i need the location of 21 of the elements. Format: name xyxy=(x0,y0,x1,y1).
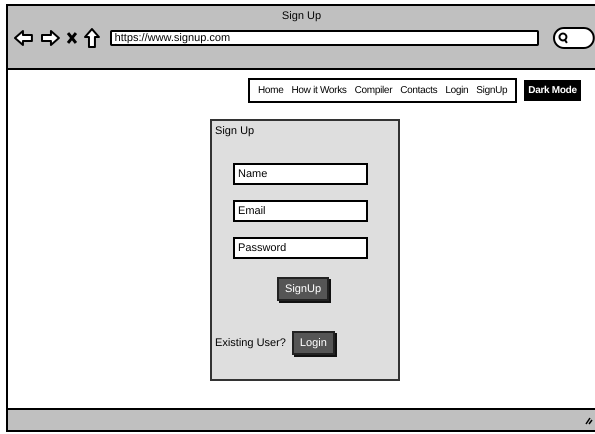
url-field[interactable]: https://www.signup.com xyxy=(110,30,540,46)
search-field[interactable] xyxy=(553,27,595,49)
nav-link[interactable]: SignUp xyxy=(476,85,508,96)
nav-link[interactable]: Home xyxy=(258,85,284,96)
existing-user-label: Existing User? xyxy=(215,337,286,349)
input-field[interactable]: Name xyxy=(233,163,368,185)
nav-link[interactable]: Login xyxy=(445,85,468,96)
home-icon[interactable] xyxy=(84,28,100,48)
nav-link[interactable]: How it Works xyxy=(291,85,347,96)
input-field[interactable]: Email xyxy=(233,200,368,222)
signup-button[interactable]: SignUp xyxy=(277,277,330,301)
input-field[interactable]: Password xyxy=(233,237,368,259)
back-icon[interactable] xyxy=(14,29,34,47)
form-title: Sign Up xyxy=(215,125,256,137)
nav-link[interactable]: Compiler xyxy=(354,85,392,96)
dark-mode-button[interactable]: Dark Mode xyxy=(524,80,581,101)
close-icon[interactable] xyxy=(66,31,78,45)
login-button[interactable]: Login xyxy=(292,331,335,355)
forward-icon[interactable] xyxy=(40,29,60,47)
nav-link[interactable]: Contacts xyxy=(400,85,438,96)
window-title: Sign Up xyxy=(280,9,322,22)
